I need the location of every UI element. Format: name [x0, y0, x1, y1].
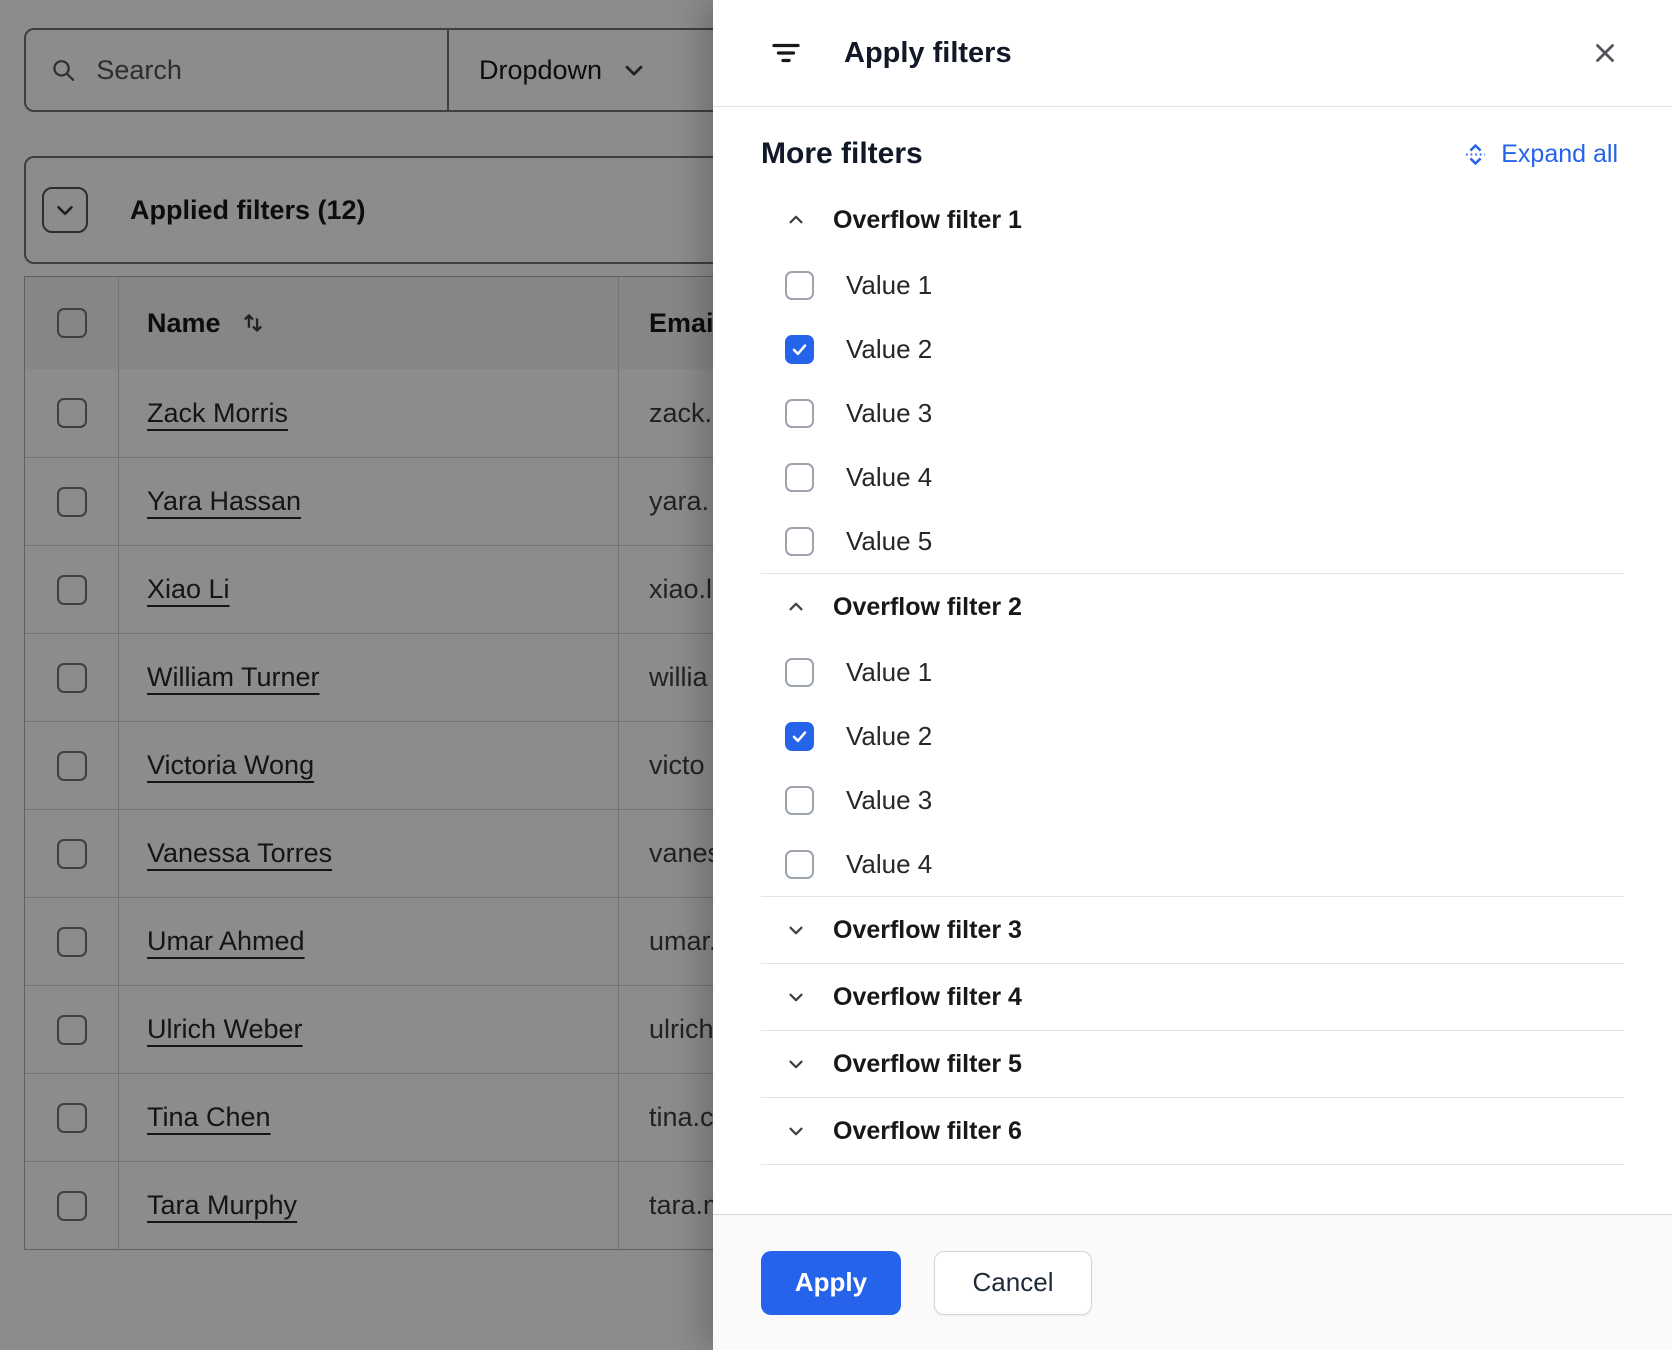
apply-filters-drawer: Apply filters More filters Expand all [713, 0, 1672, 1350]
chevron-down-icon [785, 986, 807, 1008]
filter-value-row: Value 1 [761, 253, 1624, 317]
filter-section-header[interactable]: Overflow filter 4 [761, 964, 1624, 1030]
checkbox-unchecked[interactable] [785, 786, 814, 815]
checkbox-unchecked[interactable] [785, 658, 814, 687]
chevron-down-icon [785, 919, 807, 941]
filter-section-title: Overflow filter 6 [833, 1117, 1022, 1146]
filter-value-row: Value 3 [761, 768, 1624, 832]
apply-button[interactable]: Apply [761, 1251, 901, 1315]
filter-section-header[interactable]: Overflow filter 1 [761, 187, 1624, 253]
filter-section-title: Overflow filter 2 [833, 593, 1022, 622]
drawer-title: Apply filters [844, 37, 1012, 70]
drawer-body: More filters Expand all Overflow filter … [713, 107, 1672, 1214]
filter-section-title: Overflow filter 1 [833, 206, 1022, 235]
filter-sections: Overflow filter 1 Value 1 Value 2 Value 3 Va… [761, 187, 1624, 1165]
checkbox-unchecked[interactable] [785, 527, 814, 556]
expand-all-label: Expand all [1501, 140, 1618, 169]
filter-value-row: Value 2 [761, 704, 1624, 768]
filter-value-label: Value 1 [846, 657, 932, 688]
chevron-up-icon [785, 596, 807, 618]
filter-section-header[interactable]: Overflow filter 5 [761, 1031, 1624, 1097]
section-divider [761, 1164, 1624, 1165]
close-icon [1590, 38, 1620, 68]
filter-section-title: Overflow filter 3 [833, 916, 1022, 945]
filter-value-row: Value 4 [761, 445, 1624, 509]
drawer-header: Apply filters [713, 0, 1672, 107]
screen: Dropdown Applied filters (12) Name [0, 0, 1672, 1350]
filter-value-label: Value 2 [846, 334, 932, 365]
checkbox-unchecked[interactable] [785, 463, 814, 492]
check-icon [790, 727, 809, 746]
more-filters-row: More filters Expand all [761, 137, 1624, 171]
filter-section-title: Overflow filter 5 [833, 1050, 1022, 1079]
filter-section-header[interactable]: Overflow filter 6 [761, 1098, 1624, 1164]
filter-icon [768, 35, 804, 71]
checkbox-checked[interactable] [785, 335, 814, 364]
filter-value-row: Value 3 [761, 381, 1624, 445]
filter-section-header[interactable]: Overflow filter 3 [761, 897, 1624, 963]
cancel-button[interactable]: Cancel [934, 1251, 1092, 1315]
chevron-down-icon [785, 1120, 807, 1142]
filter-value-label: Value 3 [846, 398, 932, 429]
filter-value-row: Value 4 [761, 832, 1624, 896]
filter-value-row: Value 1 [761, 640, 1624, 704]
checkbox-unchecked[interactable] [785, 399, 814, 428]
filter-value-label: Value 4 [846, 462, 932, 493]
check-icon [790, 340, 809, 359]
filter-section-title: Overflow filter 4 [833, 983, 1022, 1012]
checkbox-unchecked[interactable] [785, 271, 814, 300]
checkbox-unchecked[interactable] [785, 850, 814, 879]
drawer-footer: Apply Cancel [713, 1214, 1672, 1350]
filter-value-label: Value 2 [846, 721, 932, 752]
filter-value-label: Value 5 [846, 526, 932, 557]
unfold-icon [1462, 141, 1489, 168]
filter-value-label: Value 3 [846, 785, 932, 816]
chevron-down-icon [785, 1053, 807, 1075]
chevron-up-icon [785, 209, 807, 231]
filter-value-row: Value 2 [761, 317, 1624, 381]
filter-value-label: Value 1 [846, 270, 932, 301]
close-button[interactable] [1586, 34, 1624, 72]
more-filters-heading: More filters [761, 137, 923, 171]
filter-section-header[interactable]: Overflow filter 2 [761, 574, 1624, 640]
filter-value-label: Value 4 [846, 849, 932, 880]
filter-value-row: Value 5 [761, 509, 1624, 573]
expand-all-button[interactable]: Expand all [1456, 139, 1624, 170]
checkbox-checked[interactable] [785, 722, 814, 751]
